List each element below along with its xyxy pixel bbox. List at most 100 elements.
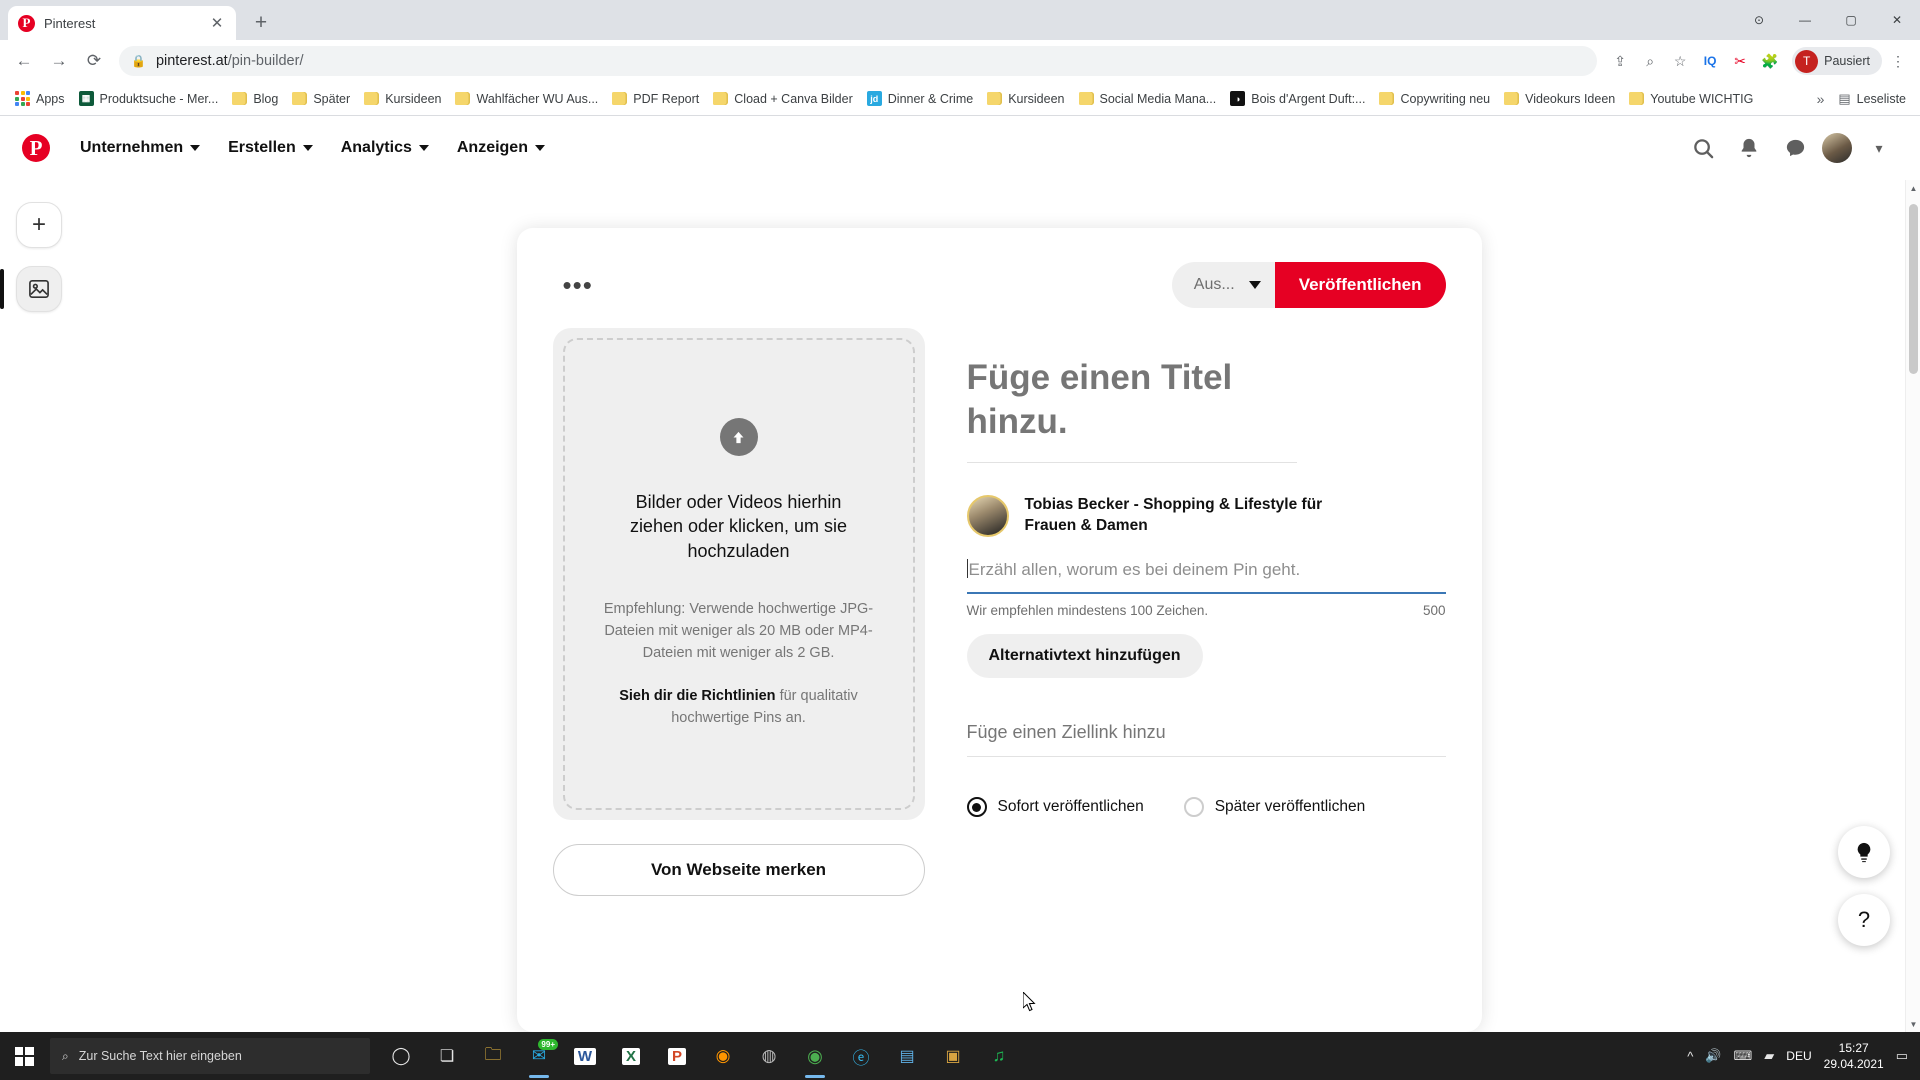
bookmark-copywriting[interactable]: Copywriting neu — [1372, 88, 1497, 110]
bookmark-videokurs[interactable]: Videokurs Ideen — [1497, 88, 1622, 110]
firefox-icon[interactable]: ◉ — [700, 1032, 746, 1080]
nav-unternehmen[interactable]: Unternehmen — [66, 131, 214, 165]
media-dropzone[interactable]: Bilder oder Videos hierhin ziehen oder k… — [552, 328, 925, 820]
mail-icon[interactable]: ✉ 99+ — [516, 1032, 562, 1080]
cortana-icon[interactable]: ◯ — [378, 1032, 424, 1080]
chrome-icon[interactable]: ◉ — [792, 1032, 838, 1080]
keyword-extension-icon[interactable]: ✂ — [1726, 47, 1754, 75]
iq-extension-icon[interactable]: IQ — [1696, 47, 1724, 75]
maximize-button[interactable]: ▢ — [1828, 4, 1874, 36]
radio-publish-later[interactable]: Später veröffentlichen — [1183, 797, 1365, 818]
author-row[interactable]: Tobias Becker - Shopping & Lifestyle für… — [966, 495, 1446, 538]
bookmark-blog[interactable]: Blog — [225, 88, 285, 110]
bell-icon[interactable] — [1730, 129, 1768, 167]
bookmarks-overflow-icon[interactable]: » — [1817, 91, 1825, 107]
bookmark-kursideen-2[interactable]: Kursideen — [980, 88, 1071, 110]
excel-icon[interactable]: X — [608, 1032, 654, 1080]
idea-bulb-icon[interactable] — [1838, 826, 1890, 878]
bookmark-wahlfaecher[interactable]: Wahlfächer WU Aus... — [448, 88, 605, 110]
publish-button[interactable]: Veröffentlichen — [1274, 262, 1446, 308]
address-bar[interactable]: 🔒 pinterest.at/pin-builder/ — [119, 46, 1598, 76]
bookmark-youtube[interactable]: Youtube WICHTIG — [1622, 88, 1760, 110]
browser-tab-pinterest[interactable]: P Pinterest ✕ — [8, 6, 236, 40]
language-indicator[interactable]: DEU — [1786, 1049, 1811, 1063]
menu-icon[interactable]: ⋮ — [1884, 47, 1912, 75]
add-alt-text-button[interactable]: Alternativtext hinzufügen — [966, 634, 1203, 679]
powerpoint-icon[interactable]: P — [654, 1032, 700, 1080]
bookmark-dinner-crime[interactable]: jd Dinner & Crime — [860, 87, 980, 110]
page-scrollbar[interactable]: ▲ ▼ — [1905, 180, 1920, 1032]
pin-builder-card: ••• Aus... Veröffentlichen Bilder oder V… — [516, 228, 1482, 1032]
task-view-icon[interactable]: ❏ — [424, 1032, 470, 1080]
forward-icon[interactable]: → — [43, 45, 75, 77]
nav-analytics[interactable]: Analytics — [327, 131, 443, 165]
zoom-icon[interactable]: ⌕ — [1636, 47, 1664, 75]
bookmark-social-media[interactable]: Social Media Mana... — [1072, 88, 1224, 110]
scrollbar-thumb[interactable] — [1909, 204, 1918, 374]
rail-pin-builder-button[interactable] — [0, 266, 62, 312]
spotify-icon[interactable]: ♫ — [976, 1032, 1022, 1080]
file-explorer-icon[interactable]: 🗀 — [470, 1032, 516, 1080]
board-select-dropdown[interactable]: Aus... — [1171, 262, 1275, 308]
avatar[interactable] — [1822, 133, 1852, 163]
photos-icon[interactable]: ▣ — [930, 1032, 976, 1080]
search-placeholder: Zur Suche Text hier eingeben — [78, 1049, 242, 1063]
edge-icon[interactable]: ⓔ — [838, 1032, 884, 1080]
disc-icon[interactable]: ◍ — [746, 1032, 792, 1080]
close-window-button[interactable]: ✕ — [1874, 4, 1920, 36]
bookmark-star-icon[interactable]: ☆ — [1666, 47, 1694, 75]
word-icon[interactable]: W — [562, 1032, 608, 1080]
bookmark-pdf-report[interactable]: PDF Report — [605, 88, 706, 110]
folder-icon — [713, 92, 729, 105]
scroll-up-icon[interactable]: ▲ — [1906, 180, 1920, 196]
puzzle-extension-icon[interactable]: 🧩 — [1756, 47, 1784, 75]
extension-dot-icon[interactable]: ⊙ — [1736, 4, 1782, 36]
rail-add-pin-button[interactable]: + — [16, 202, 62, 248]
pinterest-logo-icon[interactable]: P — [22, 134, 50, 162]
guidelines-link[interactable]: Sieh dir die Richtlinien — [619, 688, 775, 704]
search-icon[interactable] — [1684, 129, 1722, 167]
nav-erstellen[interactable]: Erstellen — [214, 131, 327, 165]
network-icon[interactable]: ▰ — [1764, 1048, 1774, 1064]
pin-link-input[interactable]: Füge einen Ziellink hinzu — [966, 722, 1446, 758]
back-icon[interactable]: ← — [8, 45, 40, 77]
keyboard-icon[interactable]: ⌨ — [1734, 1048, 1753, 1064]
bookmark-spaeter[interactable]: Später — [285, 88, 357, 110]
store-icon[interactable]: ▤ — [884, 1032, 930, 1080]
new-tab-button[interactable]: + — [244, 6, 278, 40]
details-column: Füge einen Titel hinzu. Tobias Becker - … — [966, 328, 1446, 896]
bookmark-cload-canva[interactable]: Cload + Canva Bilder — [706, 88, 859, 110]
taskbar-search-input[interactable]: ⌕ Zur Suche Text hier eingeben — [50, 1038, 370, 1074]
more-options-icon[interactable]: ••• — [553, 272, 593, 298]
header-actions: ▾ — [1684, 129, 1898, 167]
volume-icon[interactable]: 🔊 — [1705, 1048, 1721, 1064]
help-icon[interactable]: ? — [1838, 894, 1890, 946]
clock[interactable]: 15:27 29.04.2021 — [1824, 1040, 1884, 1072]
nav-anzeigen[interactable]: Anzeigen — [443, 131, 559, 165]
profile-chip[interactable]: T Pausiert — [1792, 47, 1882, 75]
scroll-down-icon[interactable]: ▼ — [1906, 1016, 1920, 1032]
close-tab-icon[interactable]: ✕ — [208, 14, 226, 32]
save-from-website-button[interactable]: Von Webseite merken — [552, 844, 925, 896]
bookmark-kursideen-1[interactable]: Kursideen — [357, 88, 448, 110]
folder-icon — [1504, 92, 1520, 105]
notification-center-icon[interactable]: ▭ — [1896, 1048, 1908, 1064]
pin-title-input[interactable]: Füge einen Titel hinzu. — [966, 356, 1297, 464]
bookmark-bois-dargent[interactable]: ◑ Bois d'Argent Duft:... — [1223, 87, 1372, 110]
minimize-button[interactable]: — — [1782, 4, 1828, 36]
description-char-count: 500 — [1422, 603, 1446, 619]
start-button[interactable] — [0, 1032, 48, 1080]
bookmarks-bar: Apps ▦ Produktsuche - Mer... Blog Später… — [0, 82, 1920, 116]
chat-icon[interactable] — [1776, 129, 1814, 167]
tray-overflow-icon[interactable]: ^ — [1687, 1049, 1693, 1064]
clock-time: 15:27 — [1838, 1040, 1869, 1055]
pinterest-favicon: P — [18, 14, 35, 32]
bookmark-produktsuche[interactable]: ▦ Produktsuche - Mer... — [72, 87, 226, 110]
reading-list-button[interactable]: ▤ Leseliste — [1838, 91, 1906, 107]
radio-publish-now[interactable]: Sofort veröffentlichen — [966, 797, 1144, 818]
chevron-down-icon[interactable]: ▾ — [1860, 129, 1898, 167]
reload-icon[interactable]: ⟳ — [78, 45, 110, 77]
bookmark-apps[interactable]: Apps — [8, 87, 72, 110]
pin-description-input[interactable]: Erzähl allen, worum es bei deinem Pin ge… — [966, 559, 1446, 595]
share-icon[interactable]: ⇪ — [1606, 47, 1634, 75]
